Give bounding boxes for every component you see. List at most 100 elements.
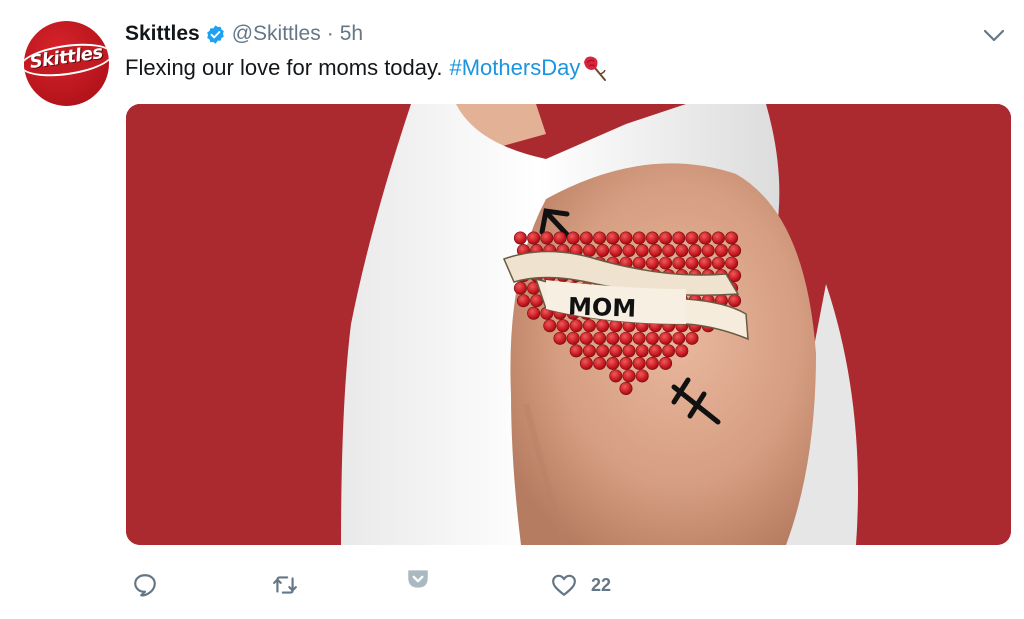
tattoo-arm-illustration: MOM: [126, 104, 1011, 545]
like-count: 22: [591, 574, 612, 595]
candy: [579, 331, 593, 345]
candy: [662, 344, 676, 358]
candy: [648, 244, 662, 258]
verified-badge-icon: [206, 24, 224, 44]
candy: [609, 344, 623, 358]
candy: [569, 344, 583, 358]
candy: [675, 344, 689, 358]
candy: [596, 244, 610, 258]
candy: [659, 331, 673, 345]
candy: [513, 231, 527, 245]
candy: [698, 256, 712, 270]
candy: [516, 294, 530, 308]
candy: [579, 356, 593, 370]
candy: [725, 256, 739, 270]
candy: [622, 344, 636, 358]
candy: [711, 256, 725, 270]
candy: [635, 244, 649, 258]
candy: [662, 244, 676, 258]
candy: [606, 231, 620, 245]
reply-icon: [134, 574, 156, 597]
tweet-actions: 22: [0, 565, 1024, 609]
candy: [685, 231, 699, 245]
candy: [632, 256, 646, 270]
candy: [632, 231, 646, 245]
candy: [593, 331, 607, 345]
candy: [582, 319, 596, 333]
candy: [645, 331, 659, 345]
candy: [672, 331, 686, 345]
candy: [659, 231, 673, 245]
candy: [569, 319, 583, 333]
candy: [672, 231, 686, 245]
candy: [527, 306, 541, 320]
candy: [622, 244, 636, 258]
candy: [606, 331, 620, 345]
chevron-down-icon[interactable]: [983, 29, 1005, 43]
candy: [728, 294, 742, 308]
tweet-image[interactable]: MOM: [126, 104, 1011, 545]
reply-button[interactable]: [132, 565, 158, 605]
candy: [596, 344, 610, 358]
candy: [711, 231, 725, 245]
candy: [619, 231, 633, 245]
candy: [619, 381, 633, 395]
author-handle[interactable]: @Skittles: [232, 22, 321, 46]
candy: [513, 281, 527, 295]
candy: [622, 369, 636, 383]
candy: [675, 244, 689, 258]
retweet-button[interactable]: [272, 565, 298, 605]
author-name[interactable]: Skittles: [125, 22, 200, 46]
tweet-body: Flexing our love for moms today.: [125, 55, 443, 80]
candy: [540, 231, 554, 245]
candy: [582, 344, 596, 358]
candy: [635, 344, 649, 358]
tweet-timestamp[interactable]: 5h: [340, 22, 363, 46]
candy: [566, 331, 580, 345]
avatar[interactable]: Skittles: [24, 21, 109, 106]
candy: [672, 256, 686, 270]
skittles-logo: Skittles: [24, 37, 109, 84]
candy: [593, 231, 607, 245]
candy: [698, 231, 712, 245]
candy: [685, 256, 699, 270]
hashtag-link[interactable]: #MothersDay: [450, 55, 581, 81]
tweet-text: Flexing our love for moms today. #Mother…: [125, 54, 609, 82]
candy: [527, 231, 541, 245]
candy: [659, 256, 673, 270]
candy: [632, 356, 646, 370]
rose-emoji-icon: [584, 56, 607, 81]
candy: [632, 331, 646, 345]
candy: [609, 369, 623, 383]
candy: [593, 356, 607, 370]
candy: [659, 356, 673, 370]
candy: [556, 319, 570, 333]
candy: [635, 369, 649, 383]
candy: [648, 344, 662, 358]
candy: [582, 244, 596, 258]
header-separator: ·: [326, 22, 334, 45]
like-button[interactable]: 22: [551, 565, 611, 605]
candy: [553, 231, 567, 245]
candy: [645, 356, 659, 370]
candy: [645, 256, 659, 270]
banner-text: MOM: [568, 292, 637, 322]
candy: [553, 331, 567, 345]
candy: [701, 244, 715, 258]
candy: [609, 244, 623, 258]
tweet: Skittles Skittles @Skittles · 5h Flexing…: [0, 0, 1024, 619]
candy: [728, 244, 742, 258]
candy: [619, 356, 633, 370]
candy: [579, 231, 593, 245]
candy: [688, 244, 702, 258]
pocket-button[interactable]: [405, 559, 431, 599]
candy: [714, 244, 728, 258]
heart-icon: [552, 574, 576, 596]
candy: [543, 319, 557, 333]
tweet-header: Skittles @Skittles · 5h: [125, 20, 363, 48]
candy: [566, 231, 580, 245]
candy: [685, 331, 699, 345]
candy: [725, 231, 739, 245]
candy: [645, 231, 659, 245]
candy: [619, 331, 633, 345]
